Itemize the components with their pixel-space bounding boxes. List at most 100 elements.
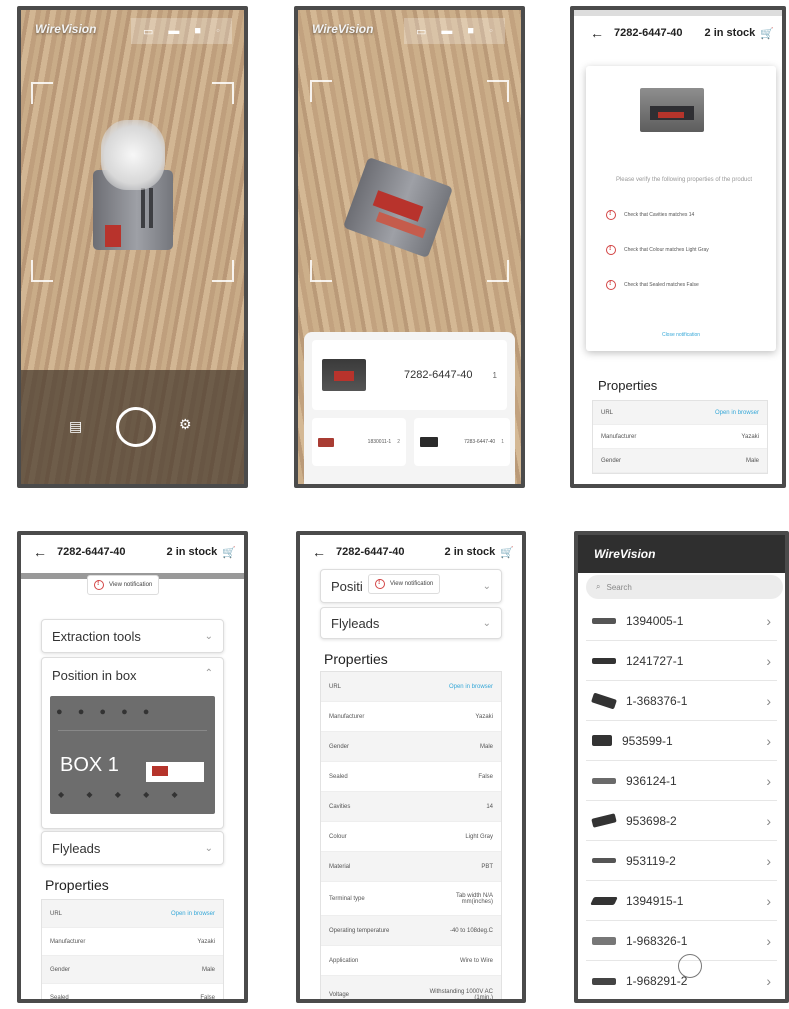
flash-icon[interactable]: ▬ bbox=[441, 25, 452, 37]
chevron-down-icon: ⌄ bbox=[204, 842, 213, 854]
product-image bbox=[640, 88, 704, 132]
properties-table: URL Open in browser Manufacturer Yazaki Ge… bbox=[592, 400, 768, 474]
app-bar: ← 7282-6447-40 2 in stock 🛒 bbox=[21, 535, 244, 569]
property-row: Colour Light Gray bbox=[321, 822, 501, 852]
extraction-tools-section[interactable]: Extraction tools ⌄ bbox=[41, 619, 224, 653]
property-row: URL Open in browser bbox=[593, 401, 767, 425]
screen-properties: ← 7282-6447-40 2 in stock🛒 Positi⌄ View … bbox=[296, 531, 526, 1003]
back-arrow-icon[interactable]: ← bbox=[590, 25, 604, 41]
warning-icon bbox=[375, 579, 385, 589]
app-logo: WireVision bbox=[312, 22, 374, 36]
alternative-label: 7283-6447-40 bbox=[464, 439, 496, 445]
gallery-icon[interactable]: ▤ bbox=[69, 418, 82, 435]
list-item[interactable]: 953698-2 › bbox=[586, 801, 777, 841]
chevron-right-icon: › bbox=[766, 932, 771, 949]
cart-icon[interactable]: 🛒 bbox=[222, 546, 236, 559]
part-thumbnail bbox=[591, 692, 617, 709]
warning-icon bbox=[606, 210, 616, 220]
part-thumbnail bbox=[592, 936, 616, 945]
list-item[interactable]: 1-968326-1 › bbox=[586, 921, 777, 961]
property-row: Material PBT bbox=[321, 852, 501, 882]
stock-count: 2 in stock bbox=[704, 27, 756, 39]
verify-intro: Please verify the following properties o… bbox=[615, 177, 753, 183]
chat-icon[interactable]: ■ bbox=[467, 25, 474, 37]
back-arrow-icon[interactable]: ← bbox=[312, 544, 326, 560]
position-in-box-section[interactable]: Position in box ⌃ ● ● ● ● ● BOX 1 ◆ ◆ ◆ ◆… bbox=[41, 657, 224, 829]
touch-indicator bbox=[678, 954, 702, 978]
highlighted-slot bbox=[146, 762, 204, 782]
alternative-label: 1830011-1 bbox=[367, 439, 392, 445]
chat-icon[interactable]: ■ bbox=[194, 25, 201, 37]
chevron-down-icon: ⌄ bbox=[482, 580, 491, 592]
result-main-card[interactable]: 7282-6447-40 1 bbox=[312, 340, 507, 410]
property-row: Gender Male bbox=[42, 956, 223, 984]
page-title: 7282-6447-40 bbox=[57, 546, 126, 558]
alternative-card[interactable]: 1830011-1 2 bbox=[312, 418, 406, 466]
page-title: 7282-6447-40 bbox=[614, 27, 683, 39]
chevron-down-icon: ⌄ bbox=[204, 630, 213, 642]
open-in-browser-link[interactable]: Open in browser bbox=[171, 911, 215, 917]
shutter-button[interactable] bbox=[116, 407, 156, 447]
box-diagram: ● ● ● ● ● BOX 1 ◆ ◆ ◆ ◆ ◆ bbox=[50, 696, 215, 814]
cart-icon[interactable]: 🛒 bbox=[500, 546, 514, 559]
view-notification-button[interactable]: View notification bbox=[368, 574, 441, 594]
screen-position-in-box: ← 7282-6447-40 2 in stock 🛒 View notifica… bbox=[17, 531, 248, 1003]
list-item[interactable]: 1-368376-1 › bbox=[586, 681, 777, 721]
open-in-browser-link[interactable]: Open in browser bbox=[449, 684, 493, 690]
screen-parts-list: WireVision ⌕ Search 1394005-1 › 1241727-1… bbox=[574, 531, 789, 1003]
list-item[interactable]: 1241727-1 › bbox=[586, 641, 777, 681]
list-item[interactable]: 953119-2 › bbox=[586, 841, 777, 881]
chevron-up-icon: ⌃ bbox=[204, 668, 213, 679]
product-thumbnail bbox=[322, 359, 366, 391]
properties-table: URL Open in browser Manufacturer Yazaki Ge… bbox=[320, 671, 502, 999]
close-notification-button[interactable]: Close notification bbox=[586, 332, 776, 338]
back-arrow-icon[interactable]: ← bbox=[33, 544, 47, 560]
warning-icon bbox=[606, 280, 616, 290]
settings-icon[interactable]: ⚙ bbox=[179, 416, 192, 433]
properties-heading: Properties bbox=[45, 877, 109, 893]
list-item[interactable]: 1394915-1 › bbox=[586, 881, 777, 921]
list-item[interactable]: 953599-1 › bbox=[586, 721, 777, 761]
verify-check-item: Check that Sealed matches False bbox=[606, 280, 699, 290]
property-row: Gender Male bbox=[593, 449, 767, 473]
scan-frame-corner bbox=[487, 260, 509, 282]
flyleads-section[interactable]: Flyleads ⌄ bbox=[41, 831, 224, 865]
flyleads-section[interactable]: Flyleads ⌄ bbox=[320, 607, 502, 639]
property-row: Operating temperature -40 to 108deg.C bbox=[321, 916, 501, 946]
list-item[interactable]: 936124-1 › bbox=[586, 761, 777, 801]
image-icon[interactable]: ▭ bbox=[416, 25, 426, 38]
verify-check-item: Check that Cavities matches 14 bbox=[606, 210, 694, 220]
part-thumbnail bbox=[592, 858, 616, 863]
scan-frame-corner bbox=[310, 80, 332, 102]
search-input[interactable]: ⌕ Search bbox=[586, 575, 783, 599]
image-icon[interactable]: ▭ bbox=[143, 25, 153, 38]
stock-count: 2 in stock bbox=[166, 546, 218, 558]
cart-icon[interactable]: 🛒 bbox=[760, 27, 774, 40]
more-icon[interactable]: ◦ bbox=[216, 25, 220, 37]
flash-icon[interactable]: ▬ bbox=[168, 25, 179, 37]
more-icon[interactable]: ◦ bbox=[489, 25, 493, 37]
camera-top-toolbar: ▭ ▬ ■ ◦ bbox=[131, 18, 232, 44]
alternative-count: 2 bbox=[397, 439, 400, 445]
page-title: 7282-6447-40 bbox=[336, 546, 405, 558]
chevron-right-icon: › bbox=[766, 692, 771, 709]
property-row: URL Open in browser bbox=[321, 672, 501, 702]
part-thumbnail bbox=[591, 813, 617, 828]
chevron-right-icon: › bbox=[766, 892, 771, 909]
part-thumbnail bbox=[590, 896, 618, 905]
properties-table: URL Open in browser Manufacturer Yazaki Ge… bbox=[41, 899, 224, 999]
chevron-down-icon: ⌄ bbox=[482, 617, 491, 629]
list-item[interactable]: 1394005-1 › bbox=[586, 601, 777, 641]
chevron-right-icon: › bbox=[766, 652, 771, 669]
open-in-browser-link[interactable]: Open in browser bbox=[715, 410, 759, 416]
scan-frame-corner bbox=[212, 260, 234, 282]
warning-icon bbox=[94, 580, 104, 590]
app-logo: WireVision bbox=[35, 22, 97, 36]
property-row: Manufacturer Yazaki bbox=[42, 928, 223, 956]
chevron-right-icon: › bbox=[766, 852, 771, 869]
view-notification-button[interactable]: View notification bbox=[87, 575, 160, 595]
chevron-right-icon: › bbox=[766, 732, 771, 749]
alternative-card[interactable]: 7283-6447-40 1 bbox=[414, 418, 510, 466]
part-thumbnail bbox=[592, 735, 612, 746]
property-row: Voltage Withstanding 1000V AC (1min.) bbox=[321, 976, 501, 999]
